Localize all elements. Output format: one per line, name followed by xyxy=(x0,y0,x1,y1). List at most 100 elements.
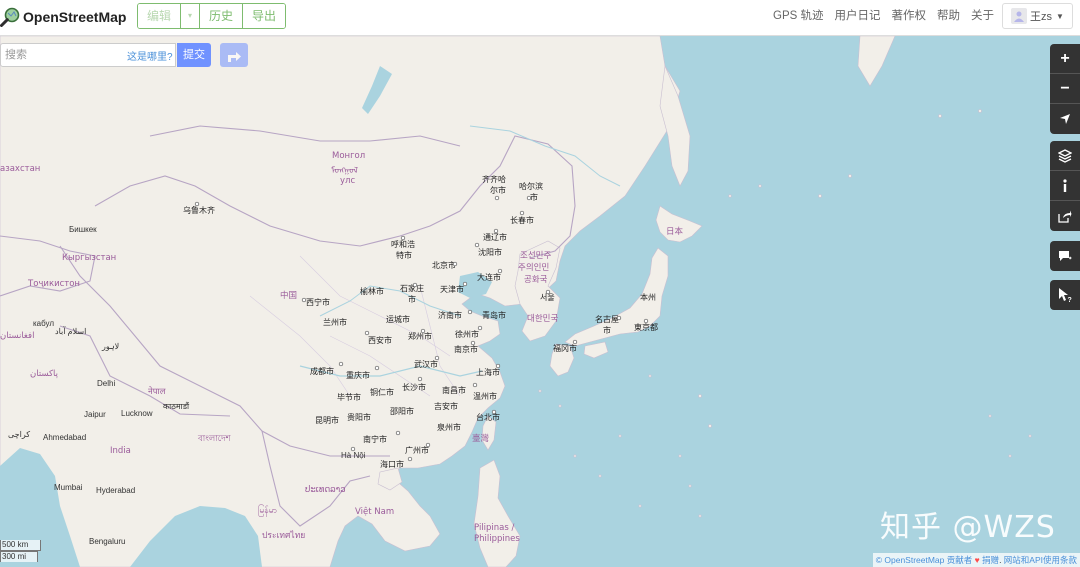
label-kyrgyzstan: Кыргызстан xyxy=(62,253,116,263)
magnifier-map-icon xyxy=(0,7,20,27)
edit-dropdown-caret[interactable]: ▾ xyxy=(181,4,201,28)
osm-logo[interactable]: OpenStreetMap xyxy=(0,6,126,28)
share-button[interactable] xyxy=(1050,201,1080,231)
zoom-in-button[interactable]: + xyxy=(1050,44,1080,74)
city-label: 运城市 xyxy=(386,314,410,324)
city-label: 西安市 xyxy=(368,335,392,345)
city-label: 榆林市 xyxy=(360,286,384,296)
city-label: 南宁市 xyxy=(363,434,387,444)
city-label: 서울 xyxy=(540,293,555,302)
label-thailand: ประเทศไทย xyxy=(262,530,305,541)
label-afghanistan: افغانستان xyxy=(0,331,34,341)
city-label: Hà Nội xyxy=(341,451,366,460)
city-label: 长春市 xyxy=(510,215,534,225)
user-icon xyxy=(1014,11,1024,22)
city-label: 兰州市 xyxy=(323,317,347,327)
history-button[interactable]: 历史 xyxy=(200,4,244,28)
city-label: 广州市 xyxy=(405,445,429,455)
query-cursor-icon: ? xyxy=(1059,288,1072,303)
label-myanmar: မြန်မာ xyxy=(258,504,277,517)
nav-about[interactable]: 关于 xyxy=(971,7,994,23)
city-label: Delhi xyxy=(97,379,115,388)
terms-link[interactable]: 网站和API使用条款 xyxy=(1004,555,1077,565)
land-philippines xyxy=(473,459,521,567)
query-control: ? xyxy=(1050,280,1080,310)
city-label: Lucknow xyxy=(121,409,153,418)
city-label: 特市 xyxy=(396,250,412,260)
copyright-link[interactable]: © OpenStreetMap 贡献者 xyxy=(876,555,973,565)
add-note-icon xyxy=(1059,251,1072,261)
city-label: Бишкек xyxy=(69,225,97,234)
city-label: 成都市 xyxy=(310,366,334,376)
city-label: 尔市 xyxy=(490,185,506,195)
where-is-this-link[interactable]: 这是哪里? xyxy=(127,48,173,63)
label-dprk-3: 공화국 xyxy=(524,275,548,285)
zoom-controls: + − xyxy=(1050,44,1080,134)
search-submit-button[interactable]: 提交 xyxy=(177,43,211,67)
donate-link[interactable]: 捐赠 xyxy=(982,555,999,565)
edit-button[interactable]: 编辑 xyxy=(138,4,182,28)
map-tiles: Монгол ᠮᠣᠩᠭᠣᠯ улс 中国 조선민주 주의인민 공화국 대한민국 … xyxy=(0,36,1032,567)
city-label: Bengaluru xyxy=(89,537,125,546)
land-kamchatka xyxy=(857,36,896,87)
city-label: काठमाडौं xyxy=(163,401,190,411)
label-korea: 대한민국 xyxy=(527,313,558,324)
map-key-button[interactable] xyxy=(1050,171,1080,201)
city-label: لاہور xyxy=(101,342,119,351)
directions-icon xyxy=(228,52,241,62)
site-title: OpenStreetMap xyxy=(23,9,127,25)
heart-icon: ♥ xyxy=(974,555,980,565)
map-canvas[interactable]: Монгол ᠮᠣᠩᠭᠣᠯ улс 中国 조선민주 주의인민 공화국 대한민국 … xyxy=(0,36,1080,567)
caret-down-icon: ▼ xyxy=(1056,11,1064,21)
locate-button[interactable] xyxy=(1050,104,1080,134)
label-taiwan: 臺灣 xyxy=(472,433,490,444)
city-label: 齐齐哈 xyxy=(482,174,506,184)
attribution-bar: © OpenStreetMap 贡献者 ♥ 捐赠. 网站和API使用条款 xyxy=(872,553,1080,567)
city-label: 郑州市 xyxy=(408,331,432,341)
city-label: 本州 xyxy=(640,292,656,302)
label-bangladesh: বাংলাদেশ xyxy=(197,434,232,444)
city-label: 福冈市 xyxy=(553,343,577,353)
city-label: 武汉市 xyxy=(414,359,438,369)
city-label: 天津市 xyxy=(440,284,464,294)
nav-help[interactable]: 帮助 xyxy=(937,7,960,23)
query-features-button[interactable]: ? xyxy=(1050,280,1080,310)
city-label: 北京市 xyxy=(432,260,456,270)
nav-gps-traces[interactable]: GPS 轨迹 xyxy=(773,7,823,23)
layers-button[interactable] xyxy=(1050,141,1080,171)
svg-text:?: ? xyxy=(1068,297,1072,303)
nav-user-diaries[interactable]: 用户日记 xyxy=(835,7,881,23)
label-philippines-1: Pilipinas / xyxy=(474,523,515,533)
secondary-nav: GPS 轨迹 用户日记 著作权 帮助 关于 xyxy=(773,0,994,30)
city-label: 通辽市 xyxy=(483,232,507,242)
layers-icon xyxy=(1058,148,1072,163)
label-india: India xyxy=(110,446,131,456)
city-label: 市 xyxy=(603,325,611,335)
add-note-button[interactable] xyxy=(1050,241,1080,271)
city-label: 市 xyxy=(408,294,416,304)
city-label: 名古屋 xyxy=(595,314,619,324)
edit-button-group: 编辑 ▾ 历史 导出 xyxy=(137,3,287,29)
city-label: 徐州市 xyxy=(455,329,479,339)
city-label: 贵阳市 xyxy=(347,412,371,422)
directions-button[interactable] xyxy=(220,43,248,67)
city-label: Ahmedabad xyxy=(43,433,86,442)
city-label: 呼和浩 xyxy=(391,239,415,249)
info-icon xyxy=(1063,178,1067,192)
label-vietnam: Việt Nam xyxy=(355,506,394,517)
label-mongolia: Монгол xyxy=(332,151,365,161)
city-label: 重庆市 xyxy=(346,370,370,380)
scale-mi: 300 mi xyxy=(0,551,38,562)
top-navbar: OpenStreetMap 编辑 ▾ 历史 导出 GPS 轨迹 用户日记 著作权… xyxy=(0,0,1080,36)
user-menu[interactable]: 王zs ▼ xyxy=(1002,3,1073,29)
zoom-out-button[interactable]: − xyxy=(1050,74,1080,104)
city-label: 昆明市 xyxy=(315,415,339,425)
label-laos: ປະເທດລາວ xyxy=(305,485,346,495)
label-kazakhstan: азахстан xyxy=(0,164,40,174)
label-dprk-2: 주의인민 xyxy=(518,262,549,273)
export-button[interactable]: 导出 xyxy=(243,4,286,28)
nav-copyright[interactable]: 著作权 xyxy=(892,7,927,23)
user-name: 王zs xyxy=(1030,11,1052,23)
zhihu-watermark: 知乎 @WZS xyxy=(880,510,1056,545)
label-pakistan: پاکستان xyxy=(30,369,59,379)
